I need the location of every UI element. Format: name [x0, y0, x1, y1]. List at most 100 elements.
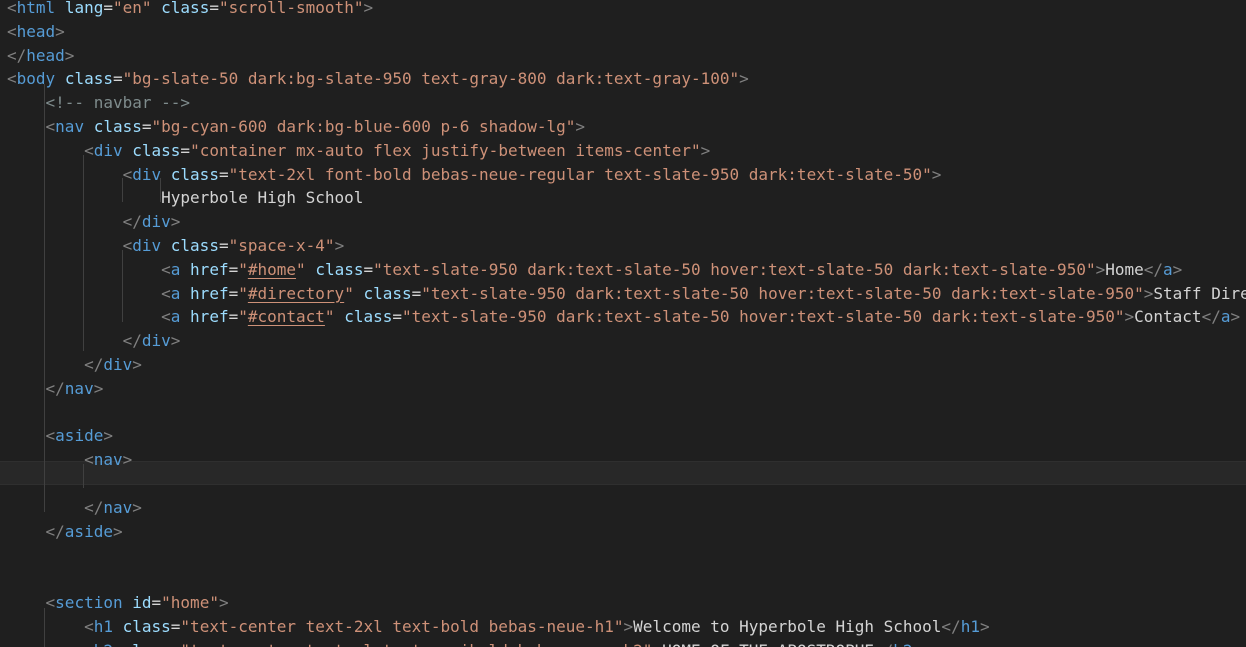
- code-line[interactable]: <a href="#directory" class="text-slate-9…: [7, 282, 1246, 306]
- bracket-token: </: [122, 331, 142, 351]
- comment-token: <!-- navbar -->: [45, 93, 191, 113]
- code-line[interactable]: <head>: [7, 20, 65, 44]
- code-line[interactable]: </nav>: [7, 377, 104, 401]
- code-line[interactable]: <a href="#contact" class="text-slate-950…: [7, 305, 1240, 329]
- bracket-token: >: [122, 450, 133, 470]
- code-editor[interactable]: <html lang="en" class="scroll-smooth"> <h…: [0, 0, 1246, 647]
- code-line[interactable]: <h1 class="text-center text-2xl text-bol…: [7, 615, 990, 639]
- code-line[interactable]: </div>: [7, 353, 142, 377]
- tag-token: div: [141, 331, 171, 351]
- code-line[interactable]: </nav>: [7, 496, 142, 520]
- bracket-token: </: [122, 212, 142, 232]
- bracket-token: >: [132, 355, 142, 374]
- attr-token: class: [170, 164, 219, 184]
- bracket-token: >: [132, 497, 142, 517]
- bracket-token: >: [64, 45, 75, 65]
- string-token: "#home": [238, 259, 306, 279]
- code-line[interactable]: <html lang="en" class="scroll-smooth">: [7, 0, 373, 20]
- bracket-token: </: [45, 378, 65, 398]
- code-line[interactable]: <nav class="bg-cyan-600 dark:bg-blue-600…: [7, 115, 585, 139]
- text-token: HOME OF THE APOSTROPHE: [662, 641, 874, 647]
- code-line[interactable]: <h2 class="text-center text-xl text-semi…: [7, 639, 922, 647]
- string-token: "scroll-smooth": [218, 0, 364, 17]
- string-token: "bg-slate-50 dark:bg-slate-950 text-gray…: [122, 69, 740, 89]
- string-token: "text-2xl font-bold bebas-neue-regular t…: [228, 164, 932, 184]
- attr-token: class: [93, 117, 142, 136]
- bracket-token: >: [623, 616, 634, 636]
- bracket-token: >: [334, 236, 345, 255]
- attr-token: class: [315, 259, 364, 279]
- code-line[interactable]: </aside>: [7, 520, 123, 544]
- text-token: Welcome to Hyperbole High School: [633, 616, 942, 636]
- bracket-token: >: [170, 212, 181, 232]
- bracket-token: >: [1124, 307, 1135, 327]
- attr-token: class: [132, 140, 181, 160]
- tag-token: div: [141, 212, 171, 232]
- bracket-token: </: [1143, 259, 1164, 279]
- code-line[interactable]: <div class="space-x-4">: [7, 234, 345, 258]
- string-token: "text-slate-950 dark:text-slate-50 hover…: [373, 259, 1096, 279]
- attr-token: href: [190, 307, 229, 327]
- string-token: "space-x-4": [228, 236, 335, 255]
- code-line[interactable]: </head>: [7, 44, 74, 68]
- code-line[interactable]: <div class="container mx-auto flex justi…: [7, 139, 710, 163]
- tag-token: div: [132, 164, 162, 184]
- bracket-token: >: [700, 140, 711, 160]
- code-line[interactable]: Hyperbole High School: [7, 186, 363, 210]
- bracket-token: <: [122, 164, 133, 184]
- tag-token: nav: [55, 117, 85, 136]
- bracket-token: >: [170, 331, 181, 351]
- bracket-token: >: [739, 69, 749, 89]
- code-line[interactable]: <aside>: [7, 424, 113, 448]
- bracket-token: <: [161, 259, 171, 279]
- string-token: "text-slate-950 dark:text-slate-50 hover…: [402, 307, 1125, 327]
- bracket-token: >: [55, 21, 65, 41]
- code-line[interactable]: <section id="home">: [7, 591, 229, 615]
- string-token: "home": [161, 593, 219, 612]
- tag-token: html: [16, 0, 56, 17]
- tag-token: nav: [93, 450, 123, 470]
- code-line[interactable]: </div>: [7, 329, 181, 353]
- string-token: "#directory": [238, 283, 354, 303]
- tag-token: head: [26, 45, 65, 65]
- tag-token: h1: [960, 616, 980, 636]
- bracket-token: >: [1095, 259, 1106, 279]
- tag-token: a: [1163, 259, 1173, 279]
- bracket-token: </: [941, 616, 961, 636]
- code-line[interactable]: <body class="bg-slate-50 dark:bg-slate-9…: [7, 67, 749, 91]
- bracket-token: <: [161, 283, 171, 303]
- attr-token: id: [132, 593, 152, 612]
- bracket-token: >: [103, 426, 113, 446]
- attr-token: class: [123, 641, 171, 647]
- code-line[interactable]: <div class="text-2xl font-bold bebas-neu…: [7, 163, 942, 187]
- code-line[interactable]: <a href="#home" class="text-slate-950 da…: [7, 258, 1182, 282]
- tag-token: nav: [64, 378, 94, 398]
- bracket-token: </: [84, 355, 104, 374]
- bracket-token: <: [122, 236, 133, 255]
- string-token: "text-slate-950 dark:text-slate-50 hover…: [421, 283, 1144, 303]
- text-token: Contact: [1134, 307, 1202, 327]
- bracket-token: <: [45, 593, 56, 612]
- string-token: "en": [112, 0, 152, 17]
- code-line[interactable]: </div>: [7, 210, 181, 234]
- tag-token: a: [170, 259, 181, 279]
- code-line[interactable]: <nav>: [7, 448, 132, 472]
- text-token: Staff Dire: [1153, 283, 1246, 303]
- tag-token: body: [16, 69, 56, 89]
- code-line[interactable]: <!-- navbar -->: [7, 91, 191, 115]
- bracket-token: >: [1230, 307, 1241, 327]
- text-token: Home: [1105, 259, 1144, 279]
- attr-token: class: [64, 69, 113, 89]
- text-token: Hyperbole High School: [7, 188, 364, 208]
- bracket-token: >: [218, 593, 229, 612]
- bracket-token: </: [1201, 307, 1221, 327]
